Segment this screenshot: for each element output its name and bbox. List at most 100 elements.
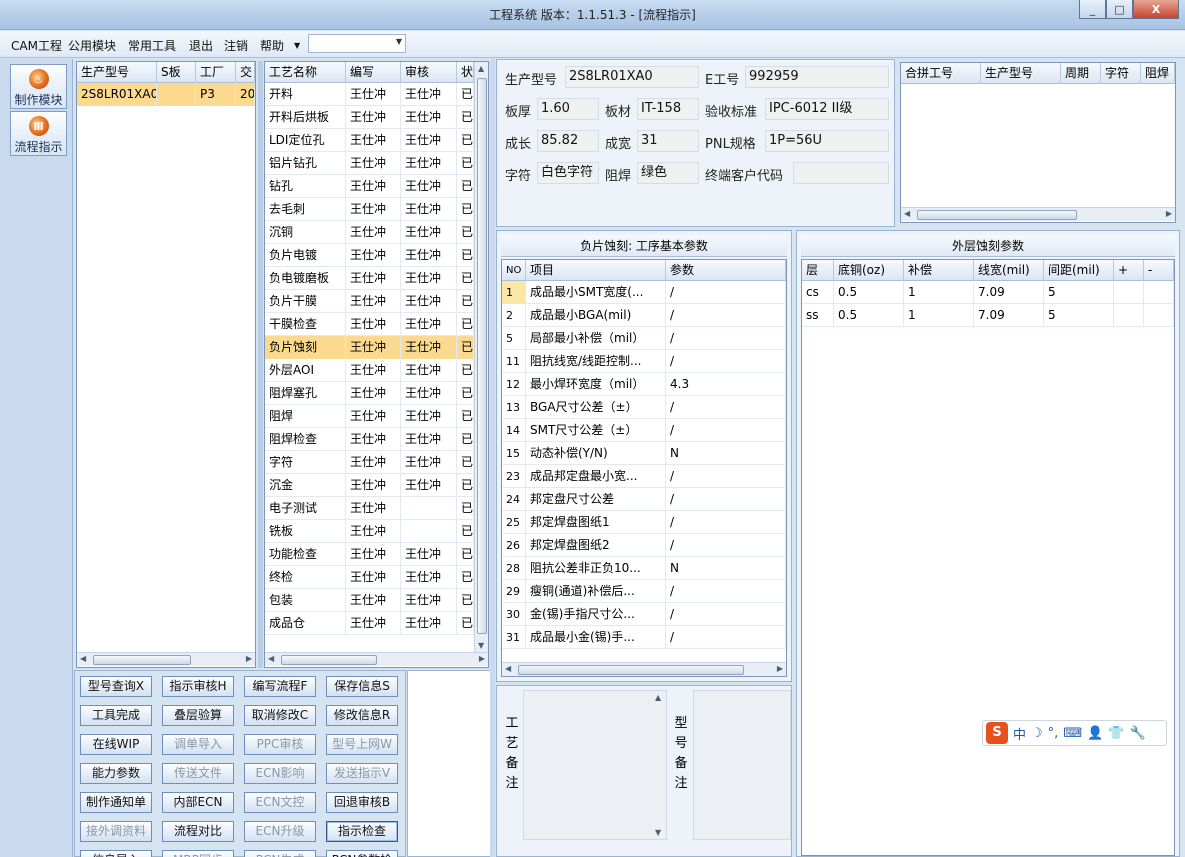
ime-mode[interactable]: 中 — [1013, 724, 1026, 743]
action-button[interactable]: MRP同步 — [162, 850, 234, 857]
model-remark-field[interactable] — [693, 690, 791, 840]
menu-logout[interactable]: 注销 — [224, 37, 248, 54]
table-row[interactable]: 沉铜 王仕冲 王仕冲已 — [265, 221, 474, 244]
table-row[interactable]: 去毛刺 王仕冲 王仕冲已 — [265, 198, 474, 221]
table-row[interactable]: 26 邦定焊盘图纸2/ — [502, 534, 786, 557]
col-factory[interactable]: 工厂 — [196, 62, 236, 83]
action-button[interactable]: 流程对比 — [162, 821, 234, 842]
action-button[interactable]: 修改信息R — [326, 705, 398, 726]
table-row[interactable]: 沉金 王仕冲 王仕冲已 — [265, 474, 474, 497]
table-row[interactable]: 终检 王仕冲 王仕冲已 — [265, 566, 474, 589]
table-row[interactable]: 铝片钻孔 王仕冲 王仕冲已 — [265, 152, 474, 175]
menu-exit[interactable]: 退出 — [189, 37, 213, 54]
action-button[interactable]: 制作通知单 — [80, 792, 152, 813]
action-button[interactable]: PCN生成 — [244, 850, 316, 857]
action-button[interactable]: 在线WIP — [80, 734, 152, 755]
keyboard-icon[interactable]: ⌨ — [1063, 726, 1082, 741]
remove-column-button[interactable]: - — [1144, 260, 1174, 281]
col-cycle[interactable]: 周期 — [1061, 63, 1101, 84]
help-dropdown-icon[interactable]: ▼ — [294, 41, 300, 50]
col-spacing[interactable]: 间距(mil) — [1044, 260, 1114, 281]
action-button[interactable]: 指示检查 — [326, 821, 398, 842]
params-hscroll[interactable]: ◀ ▶ — [502, 662, 786, 676]
table-row[interactable]: 31 成品最小金(锡)手... / — [502, 626, 786, 649]
splitter[interactable] — [258, 61, 263, 668]
col-reviewer[interactable]: 审核 — [401, 62, 457, 83]
col-s-board[interactable]: S板 — [157, 62, 196, 83]
table-row[interactable]: 12 最小焊环宽度（mil） 4.3 — [502, 373, 786, 396]
menu-tools[interactable]: 常用工具 — [128, 37, 176, 54]
merge-hscroll[interactable]: ◀ ▶ — [901, 207, 1175, 221]
action-button[interactable]: 编写流程F — [244, 676, 316, 697]
col-author[interactable]: 编写 — [346, 62, 401, 83]
action-button[interactable]: 能力参数 — [80, 763, 152, 784]
table-row[interactable]: 负电镀磨板 王仕冲 王仕冲已 — [265, 267, 474, 290]
action-button[interactable]: ECN文控 — [244, 792, 316, 813]
col-char[interactable]: 字符 — [1101, 63, 1141, 84]
table-row[interactable]: 开料后烘板 王仕冲 王仕冲已 — [265, 106, 474, 129]
table-row[interactable]: 14 SMT尺寸公差（±） / — [502, 419, 786, 442]
table-row[interactable]: 阻焊塞孔 王仕冲 王仕冲已 — [265, 382, 474, 405]
col-merge-id[interactable]: 合拼工号 — [901, 63, 981, 84]
action-button[interactable]: 内部ECN — [162, 792, 234, 813]
col-compensation[interactable]: 补偿 — [904, 260, 974, 281]
action-button[interactable]: 接外调资料 — [80, 821, 152, 842]
menu-help[interactable]: 帮助 — [260, 37, 284, 54]
table-row[interactable]: 阻焊 王仕冲 王仕冲已 — [265, 405, 474, 428]
table-row[interactable]: 干膜检查 王仕冲 王仕冲已 — [265, 313, 474, 336]
action-button[interactable]: PCN参数检查 — [326, 850, 398, 857]
table-row[interactable]: 字符 王仕冲 王仕冲已 — [265, 451, 474, 474]
action-button[interactable]: 型号查询X — [80, 676, 152, 697]
menu-cam[interactable]: CAM工程 — [11, 37, 62, 54]
skin-icon[interactable]: 👕 — [1108, 726, 1124, 741]
minimize-button[interactable]: _ — [1079, 0, 1106, 19]
table-row[interactable]: 2S8LR01XA0 P3 20 — [77, 83, 255, 106]
action-button[interactable]: 指示审核H — [162, 676, 234, 697]
action-button[interactable]: 传送文件 — [162, 763, 234, 784]
table-row[interactable]: 13 BGA尺寸公差（±） / — [502, 396, 786, 419]
table-row[interactable]: 包装 王仕冲 王仕冲已 — [265, 589, 474, 612]
product-hscroll[interactable]: ◀ ▶ — [77, 652, 255, 666]
col-process-name[interactable]: 工艺名称 — [265, 62, 346, 83]
table-row[interactable]: 15 动态补偿(Y/N) N — [502, 442, 786, 465]
process-remark-field[interactable]: ▲ ▼ — [523, 690, 667, 840]
col-model[interactable]: 生产型号 — [981, 63, 1061, 84]
process-vscroll[interactable]: ▲ ▼ — [474, 62, 488, 652]
table-row[interactable]: 29 瘦铜(通道)补偿后... / — [502, 580, 786, 603]
table-row[interactable]: 23 成品邦定盘最小宽... / — [502, 465, 786, 488]
table-row[interactable]: ss 0.5 1 7.09 5 — [802, 304, 1174, 327]
moon-icon[interactable]: ☽ — [1031, 726, 1043, 741]
table-row[interactable]: 负片干膜 王仕冲 王仕冲已 — [265, 290, 474, 313]
col-line-width[interactable]: 线宽(mil) — [974, 260, 1044, 281]
col-item[interactable]: 项目 — [526, 260, 666, 281]
remark-vscroll[interactable]: ▲ ▼ — [652, 691, 666, 839]
table-row[interactable]: 11 阻抗线宽/线距控制... / — [502, 350, 786, 373]
action-button[interactable]: 回退审核B — [326, 792, 398, 813]
action-button[interactable]: 调单导入 — [162, 734, 234, 755]
punctuation-icon[interactable]: °, — [1048, 726, 1059, 741]
table-row[interactable]: 负片蚀刻 王仕冲 王仕冲已 — [265, 336, 474, 359]
table-row[interactable]: 钻孔 王仕冲 王仕冲已 — [265, 175, 474, 198]
table-row[interactable]: 开料 王仕冲 王仕冲已 — [265, 83, 474, 106]
col-model[interactable]: 生产型号 — [77, 62, 157, 83]
wrench-icon[interactable]: 🔧 — [1129, 726, 1145, 741]
splitter[interactable] — [490, 59, 495, 857]
table-row[interactable]: 1 成品最小SMT宽度(... / — [502, 281, 786, 304]
col-status[interactable]: 状 — [457, 62, 474, 83]
nav-make-module[interactable]: ♨ 制作模块 — [10, 64, 67, 109]
menu-combo[interactable]: ▼ — [308, 34, 406, 53]
col-layer[interactable]: 层 — [802, 260, 834, 281]
table-row[interactable]: cs 0.5 1 7.09 5 — [802, 281, 1174, 304]
table-row[interactable]: 24 邦定盘尺寸公差 / — [502, 488, 786, 511]
col-mask[interactable]: 阻焊 — [1141, 63, 1175, 84]
col-base-copper[interactable]: 底铜(oz) — [834, 260, 904, 281]
add-column-button[interactable]: + — [1114, 260, 1144, 281]
table-row[interactable]: 阻焊检查 王仕冲 王仕冲已 — [265, 428, 474, 451]
table-row[interactable]: 30 金(锡)手指尺寸公... / — [502, 603, 786, 626]
table-row[interactable]: 28 阻抗公差非正负10... N — [502, 557, 786, 580]
table-row[interactable]: 铣板 王仕冲 已 — [265, 520, 474, 543]
ime-toolbar[interactable]: S 中 ☽ °, ⌨ 👤 👕 🔧 — [982, 720, 1167, 746]
table-row[interactable]: 负片电镀 王仕冲 王仕冲已 — [265, 244, 474, 267]
action-button[interactable]: 工具完成 — [80, 705, 152, 726]
table-row[interactable]: 2 成品最小BGA(mil) / — [502, 304, 786, 327]
